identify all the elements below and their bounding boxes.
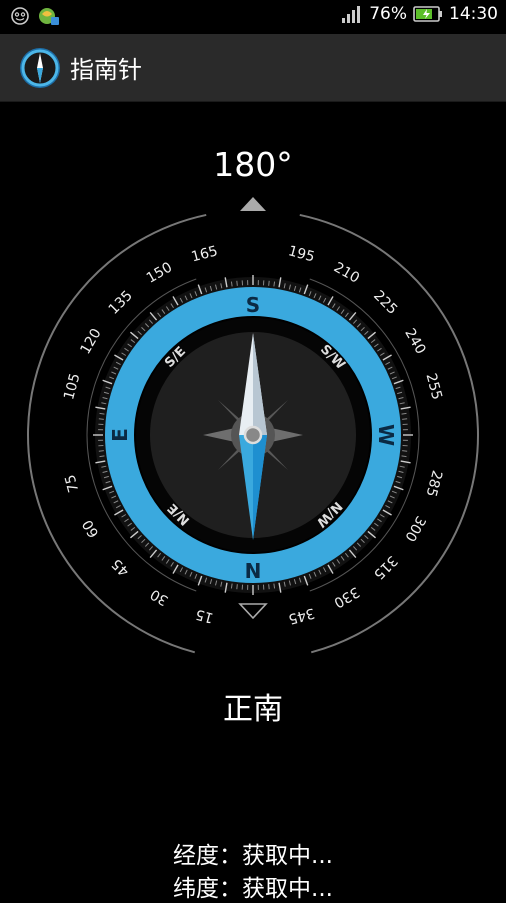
degree-label: 105 <box>61 372 83 402</box>
tick-mark <box>269 584 270 589</box>
battery-charging-icon <box>413 5 443 23</box>
heading-readout: 180° <box>0 145 506 184</box>
degree-label: 135 <box>106 288 136 318</box>
degree-label: 195 <box>286 243 316 265</box>
degree-label: 120 <box>77 326 104 357</box>
degree-label: 165 <box>190 243 220 265</box>
tick-mark <box>100 413 105 414</box>
latitude-row: 纬度：获取中... <box>0 869 506 903</box>
degree-label: 240 <box>401 326 428 357</box>
tick-mark <box>402 456 407 457</box>
cardinal-s: S <box>246 293 260 317</box>
tick-mark <box>237 584 238 589</box>
app-bar: 指南针 <box>0 34 506 102</box>
degree-label: 225 <box>370 288 400 318</box>
degree-label: 45 <box>109 555 133 579</box>
latitude-value: 获取中... <box>242 869 333 903</box>
degree-label: 60 <box>80 517 103 540</box>
heading-indicator-icon <box>240 197 266 211</box>
tick-mark <box>274 282 275 287</box>
degree-label: 300 <box>401 513 428 544</box>
degree-label: 255 <box>422 372 444 402</box>
degree-label: 30 <box>148 586 171 609</box>
direction-label: 正南 <box>0 684 506 728</box>
tick-mark <box>269 281 270 286</box>
tick-mark <box>99 419 104 420</box>
degree-label: 345 <box>286 604 316 626</box>
tick-mark <box>402 451 407 452</box>
longitude-label: 经度： <box>173 836 242 870</box>
cardinal-e: E <box>108 428 132 442</box>
app-notification-icon <box>38 6 60 26</box>
degree-label: 330 <box>331 583 362 610</box>
latitude-label: 纬度： <box>173 869 242 903</box>
cardinal-w: W <box>374 424 398 446</box>
tick-mark <box>402 419 407 420</box>
battery-percent: 76% <box>369 4 407 24</box>
tick-mark <box>231 584 232 589</box>
tick-mark <box>274 584 275 589</box>
app-title: 指南针 <box>70 50 142 85</box>
tick-mark <box>237 281 238 286</box>
tick-mark <box>99 451 104 452</box>
longitude-row: 经度：获取中... <box>0 836 506 870</box>
degree-label: 210 <box>331 259 362 286</box>
degree-label: 75 <box>62 473 82 494</box>
tick-mark <box>402 413 407 414</box>
tick-mark <box>100 456 105 457</box>
emoji-icon <box>10 6 30 26</box>
tick-mark <box>231 282 232 287</box>
clock: 14:30 <box>449 4 498 24</box>
degree-label: 285 <box>422 468 444 498</box>
longitude-value: 获取中... <box>242 836 333 870</box>
degree-label: 15 <box>194 606 215 626</box>
north-marker-icon <box>240 604 266 618</box>
degree-label: 315 <box>370 552 400 582</box>
compass-app-icon[interactable] <box>18 46 62 90</box>
status-bar: 76% 14:30 <box>0 0 506 34</box>
degree-label: 150 <box>144 259 175 286</box>
cardinal-n: N <box>245 559 262 583</box>
signal-icon <box>341 4 363 24</box>
compass: 15 30 45 60 75 105 120135 150 165 195 210 225240 255… <box>0 190 506 660</box>
